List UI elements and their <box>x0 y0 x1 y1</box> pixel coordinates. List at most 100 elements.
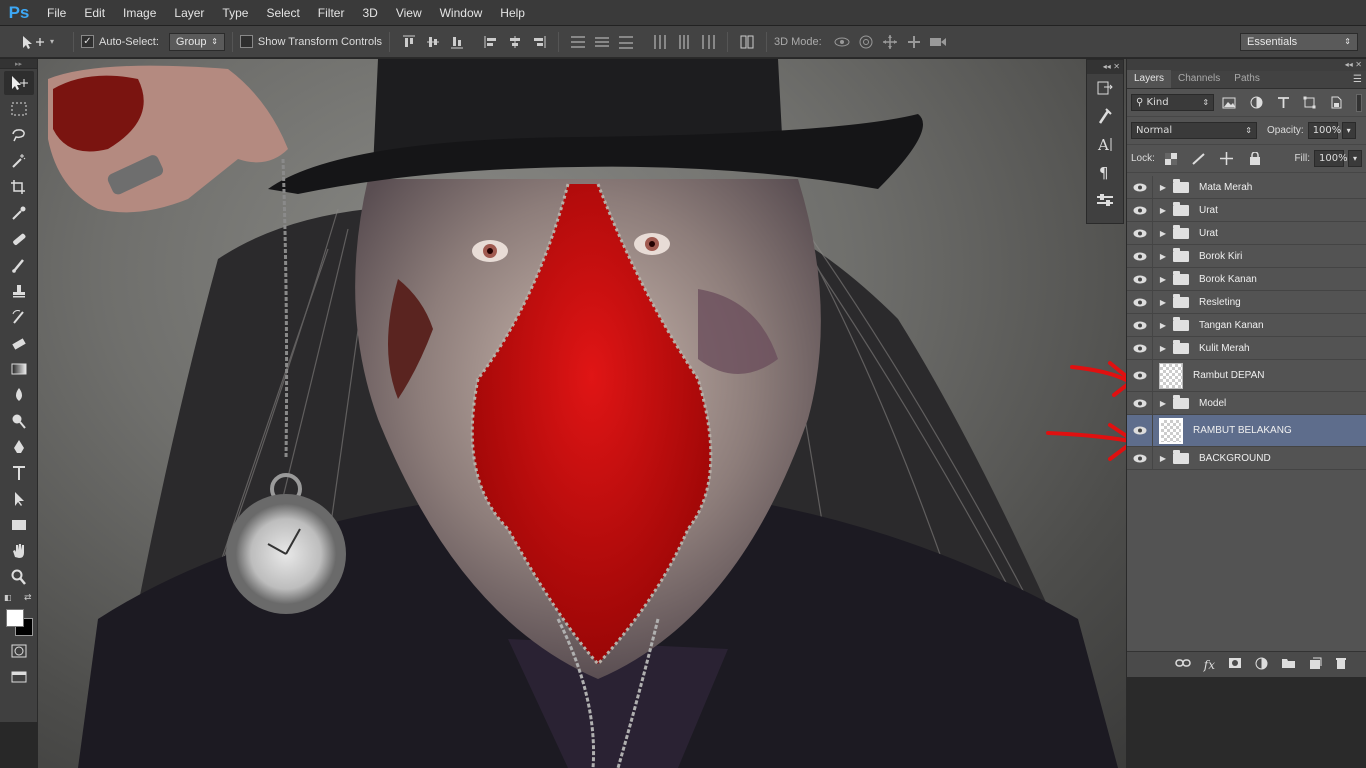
history-brush-tool[interactable] <box>4 305 34 329</box>
filter-toggle-switch[interactable] <box>1356 93 1362 112</box>
swap-colors-icon[interactable]: ⇄ <box>24 593 32 603</box>
distribute-right-icon[interactable] <box>699 33 717 51</box>
lock-transparent-icon[interactable] <box>1162 150 1180 168</box>
clone-stamp-tool[interactable] <box>4 279 34 303</box>
distribute-left-icon[interactable] <box>651 33 669 51</box>
adjustment-layer-icon[interactable] <box>1255 657 1268 673</box>
visibility-eye-icon[interactable] <box>1127 337 1153 359</box>
lasso-tool[interactable] <box>4 123 34 147</box>
expand-arrow-icon[interactable]: ▶ <box>1157 454 1169 463</box>
path-selection-tool[interactable] <box>4 487 34 511</box>
rectangle-tool[interactable] <box>4 513 34 537</box>
expand-arrow-icon[interactable]: ▶ <box>1157 321 1169 330</box>
new-group-folder-icon[interactable] <box>1281 657 1296 672</box>
visibility-eye-icon[interactable] <box>1127 199 1153 221</box>
collapse-icon[interactable]: ◂◂ ✕ <box>1087 60 1123 74</box>
distribute-vcenter-icon[interactable] <box>593 33 611 51</box>
gradient-tool[interactable] <box>4 357 34 381</box>
visibility-eye-icon[interactable] <box>1127 245 1153 267</box>
expand-arrow-icon[interactable]: ▶ <box>1157 229 1169 238</box>
layer-row[interactable]: ▶ BACKGROUND <box>1127 447 1366 470</box>
3d-slide-icon[interactable] <box>905 33 923 51</box>
tool-presets-button[interactable] <box>1087 186 1123 214</box>
layer-row[interactable]: Rambut DEPAN <box>1127 360 1366 392</box>
menu-help[interactable]: Help <box>491 6 534 20</box>
filter-shape-icon[interactable] <box>1302 94 1319 112</box>
panel-options-icon[interactable]: ☰ <box>1353 74 1366 88</box>
tab-layers[interactable]: Layers <box>1127 70 1172 88</box>
opacity-input[interactable]: 100% <box>1307 122 1341 139</box>
blend-mode-dropdown[interactable]: Normal ⇕ <box>1131 122 1257 139</box>
expand-arrow-icon[interactable]: ▶ <box>1157 298 1169 307</box>
auto-select-dropdown[interactable]: Group ⇕ <box>168 32 225 51</box>
3d-scale-icon[interactable] <box>929 33 947 51</box>
auto-align-icon[interactable] <box>738 33 756 51</box>
character-panel-button[interactable]: A <box>1087 130 1123 158</box>
visibility-eye-icon[interactable] <box>1127 176 1153 198</box>
menu-image[interactable]: Image <box>114 6 165 20</box>
align-top-icon[interactable] <box>400 33 418 51</box>
align-right-icon[interactable] <box>530 33 548 51</box>
layer-row[interactable]: ▶ Urat <box>1127 199 1366 222</box>
filter-adjustment-icon[interactable] <box>1248 94 1265 112</box>
filter-smart-object-icon[interactable] <box>1328 94 1345 112</box>
3d-orbit-icon[interactable] <box>833 33 851 51</box>
3d-roll-icon[interactable] <box>857 33 875 51</box>
menu-type[interactable]: Type <box>213 6 257 20</box>
workspace-switcher[interactable]: Essentials ⇕ <box>1240 32 1358 51</box>
hand-tool[interactable] <box>4 539 34 563</box>
align-bottom-icon[interactable] <box>448 33 466 51</box>
layer-row[interactable]: ▶ Tangan Kanan <box>1127 314 1366 337</box>
crop-tool[interactable] <box>4 175 34 199</box>
layer-row[interactable]: ▶ Kulit Merah <box>1127 337 1366 360</box>
menu-window[interactable]: Window <box>431 6 492 20</box>
quick-mask-tool[interactable] <box>4 639 34 663</box>
visibility-eye-icon[interactable] <box>1127 222 1153 244</box>
expand-arrow-icon[interactable]: ▶ <box>1157 399 1169 408</box>
eraser-tool[interactable] <box>4 331 34 355</box>
fill-input[interactable]: 100% <box>1314 150 1348 167</box>
layer-row[interactable]: ▶ Model <box>1127 392 1366 415</box>
visibility-eye-icon[interactable] <box>1127 392 1153 414</box>
distribute-hcenter-icon[interactable] <box>675 33 693 51</box>
default-colors-icon[interactable]: ◧ <box>4 593 12 602</box>
layer-row-selected[interactable]: RAMBUT BELAKANG <box>1127 415 1366 447</box>
show-transform-checkbox[interactable] <box>239 35 253 48</box>
menu-file[interactable]: File <box>38 6 75 20</box>
auto-select-checkbox[interactable]: ✓ <box>81 35 94 48</box>
fill-slider-button[interactable]: ▾ <box>1348 150 1362 167</box>
magic-wand-tool[interactable] <box>4 149 34 173</box>
layer-row[interactable]: ▶ Borok Kiri <box>1127 245 1366 268</box>
expand-arrow-icon[interactable]: ▶ <box>1157 206 1169 215</box>
move-tool[interactable] <box>4 71 34 95</box>
visibility-eye-icon[interactable] <box>1127 291 1153 313</box>
visibility-eye-icon[interactable] <box>1127 447 1153 469</box>
menu-layer[interactable]: Layer <box>165 6 213 20</box>
visibility-eye-icon[interactable] <box>1127 415 1153 446</box>
trash-icon[interactable] <box>1335 657 1347 673</box>
distribute-top-icon[interactable] <box>569 33 587 51</box>
brush-tool[interactable] <box>4 253 34 277</box>
menu-view[interactable]: View <box>387 6 431 20</box>
foreground-color-swatch[interactable] <box>6 609 24 627</box>
history-panel-button[interactable] <box>1087 74 1123 102</box>
document-canvas[interactable] <box>38 59 1138 768</box>
add-mask-icon[interactable] <box>1228 657 1242 672</box>
layer-row[interactable]: ▶ Mata Merah <box>1127 176 1366 199</box>
menu-select[interactable]: Select <box>257 6 308 20</box>
new-layer-icon[interactable] <box>1309 657 1322 673</box>
layer-row[interactable]: ▶ Borok Kanan <box>1127 268 1366 291</box>
visibility-eye-icon[interactable] <box>1127 360 1153 391</box>
screen-mode-tool[interactable] <box>4 665 34 689</box>
filter-type-icon[interactable] <box>1275 94 1292 112</box>
pen-tool[interactable] <box>4 435 34 459</box>
zoom-tool[interactable] <box>4 565 34 589</box>
filter-pixel-icon[interactable] <box>1221 94 1238 112</box>
panel-grip[interactable]: ▸▸ <box>0 59 37 69</box>
marquee-tool[interactable] <box>4 97 34 121</box>
filter-kind-dropdown[interactable]: ⚲ Kind ⇕ <box>1131 94 1215 111</box>
paragraph-panel-button[interactable]: ¶ <box>1087 158 1123 186</box>
visibility-eye-icon[interactable] <box>1127 314 1153 336</box>
type-tool[interactable] <box>4 461 34 485</box>
color-swatches[interactable]: ◧ ⇄ <box>0 593 37 637</box>
